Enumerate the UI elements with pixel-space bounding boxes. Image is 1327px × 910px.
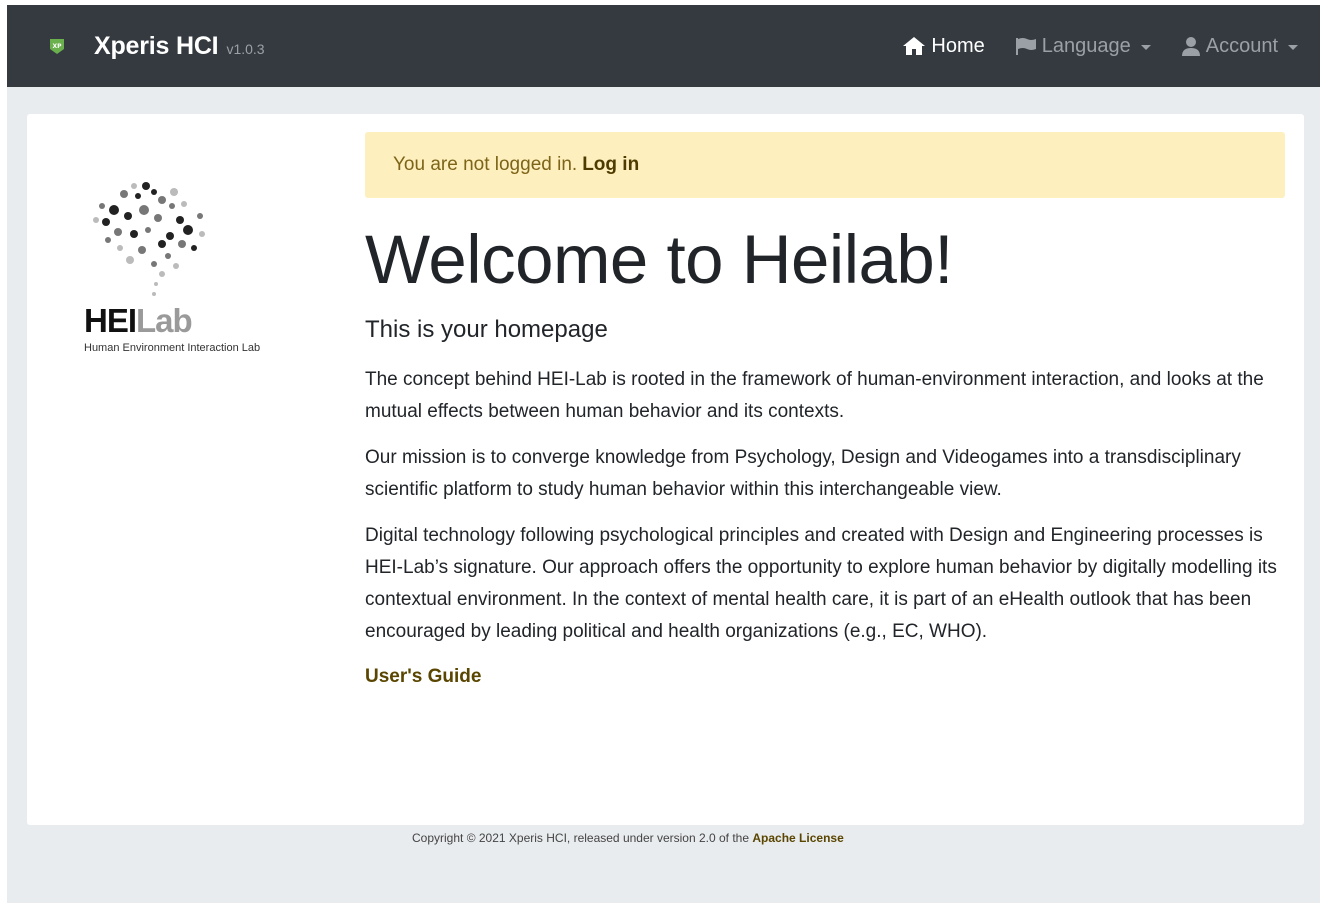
nav-language-dropdown[interactable]: Language: [1015, 35, 1151, 58]
nav-home-label: Home: [931, 34, 985, 57]
main-content: You are not logged in. Log in Welcome to…: [365, 132, 1285, 688]
paragraph-1: The concept behind HEI-Lab is rooted in …: [365, 368, 1264, 422]
apache-license-link[interactable]: Apache License: [752, 831, 843, 845]
heilab-wordmark-dark: HEI: [84, 302, 137, 339]
user-icon: [1181, 37, 1200, 56]
alert-text: You are not logged in.: [393, 154, 578, 175]
nav-account-label: Account: [1205, 34, 1278, 57]
svg-text:XP: XP: [52, 43, 62, 50]
chevron-down-icon: [1140, 44, 1151, 50]
nav-home[interactable]: Home: [902, 34, 985, 58]
app-frame: XP Xperis HCI v1.0.3 Home Language Accou…: [7, 5, 1320, 903]
page-lead: This is your homepage: [365, 315, 608, 343]
flag-icon: [1015, 38, 1036, 55]
footer-text: Copyright © 2021 Xperis HCI, released un…: [412, 831, 750, 845]
paragraph-2: Our mission is to converge knowledge fro…: [365, 446, 1241, 500]
footer-inner: Copyright © 2021 Xperis HCI, released un…: [412, 831, 844, 845]
brand-version: v1.0.3: [226, 41, 265, 57]
users-guide-link[interactable]: User's Guide: [365, 666, 481, 688]
home-icon: [903, 37, 926, 55]
login-link[interactable]: Log in: [582, 154, 639, 176]
chevron-down-icon: [1288, 44, 1298, 50]
brain-dots-icon: [93, 182, 205, 296]
heilab-wordmark: HEILab: [84, 302, 193, 339]
top-navbar: XP Xperis HCI v1.0.3 Home Language Accou…: [7, 5, 1320, 87]
login-alert: You are not logged in. Log in: [365, 132, 1285, 198]
brand-name: Xperis HCI: [94, 31, 219, 60]
nav-language-label: Language: [1041, 34, 1131, 57]
heilab-subtitle: Human Environment Interaction Lab: [84, 342, 261, 354]
nav-account-dropdown[interactable]: Account: [1181, 35, 1298, 58]
main-card: HEILab Human Environment Interaction Lab…: [27, 114, 1304, 825]
nav-right-menu: Home Language Account: [872, 5, 1298, 87]
paragraph-3: Digital technology following psychologic…: [365, 524, 1277, 642]
xp-logo-icon: XP: [50, 39, 64, 54]
brand-link[interactable]: XP Xperis HCI v1.0.3: [49, 5, 265, 87]
page-title: Welcome to Heilab!: [365, 221, 953, 298]
heilab-wordmark-light: Lab: [136, 302, 193, 339]
